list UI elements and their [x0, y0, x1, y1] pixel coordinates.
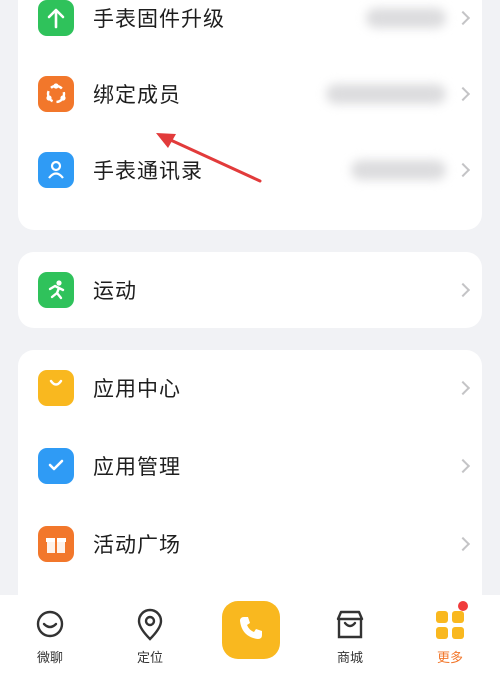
settings-group-3: 应用中心 应用管理 活动广场 [18, 350, 482, 595]
bind-members-label: 绑定成员 [93, 83, 181, 107]
settings-group-2: 运动 [18, 252, 482, 328]
chevron-right-icon [455, 282, 471, 298]
nav-chat-label: 微聊 [36, 651, 63, 666]
nav-store[interactable]: 商城 [310, 595, 390, 673]
sports-row[interactable]: 运动 [18, 252, 482, 328]
members-ring-icon [38, 76, 74, 112]
chat-bubble-icon [32, 607, 68, 643]
bind-members-row[interactable]: 绑定成员 [18, 56, 482, 132]
settings-group-1: 手表固件升级 绑定成员 手表通讯录 [18, 0, 482, 230]
nav-store-label: 商城 [336, 651, 363, 666]
phone-icon [236, 613, 266, 647]
activity-plaza-row[interactable]: 活动广场 [18, 506, 482, 582]
chevron-right-icon [455, 536, 471, 552]
firmware-upgrade-row[interactable]: 手表固件升级 [18, 0, 482, 56]
annotation-arrow [156, 133, 262, 183]
store-icon [332, 607, 368, 643]
app-management-row[interactable]: 应用管理 [18, 428, 482, 504]
notification-badge [458, 601, 468, 611]
firmware-upgrade-label: 手表固件升级 [93, 7, 225, 31]
nav-chat[interactable]: 微聊 [10, 595, 90, 673]
location-pin-icon [132, 607, 168, 643]
up-arrow-icon [38, 0, 74, 36]
blurred-value [326, 84, 446, 104]
call-button[interactable] [222, 601, 280, 659]
nav-location[interactable]: 定位 [110, 595, 190, 673]
grid-icon [432, 607, 468, 643]
checkmark-box-icon [38, 448, 74, 484]
running-person-icon [38, 272, 74, 308]
shopping-bag-icon [38, 370, 74, 406]
chevron-right-icon [455, 10, 471, 26]
app-center-row[interactable]: 应用中心 [18, 350, 482, 426]
app-center-label: 应用中心 [93, 377, 181, 401]
gift-box-icon [38, 526, 74, 562]
blurred-value [351, 160, 446, 180]
chevron-right-icon [455, 458, 471, 474]
nav-more[interactable]: 更多 [410, 595, 490, 673]
activity-plaza-label: 活动广场 [93, 533, 181, 557]
nav-location-label: 定位 [136, 651, 163, 666]
nav-more-label: 更多 [436, 651, 463, 666]
sports-label: 运动 [93, 279, 137, 303]
app-management-label: 应用管理 [93, 455, 181, 479]
chevron-right-icon [455, 162, 471, 178]
chevron-right-icon [455, 380, 471, 396]
bottom-navigation: 微聊 定位 商城 更多 [0, 595, 500, 673]
contacts-icon [38, 152, 74, 188]
chevron-right-icon [455, 86, 471, 102]
blurred-value [366, 8, 446, 28]
